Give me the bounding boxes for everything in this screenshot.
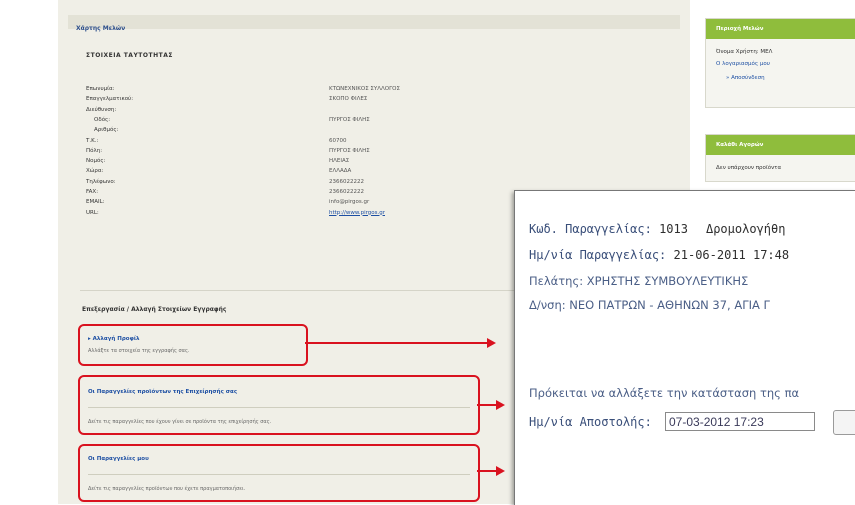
identity-row: Αριθμός:: [86, 127, 516, 136]
identity-row: Τηλέφωνο: 2366022222: [86, 179, 516, 188]
identity-value: 2366022222: [329, 189, 364, 195]
identity-label: Πόλη:: [86, 147, 103, 154]
identity-row: Νομός: ΗΛΕΙΑΣ: [86, 158, 516, 167]
identity-row: Πόλη: ΠΥΡΓΟΣ ΦΙΛΗΣ: [86, 148, 516, 157]
business-orders-link[interactable]: Οι Παραγγελίες προϊόντων της Επιχείρησής…: [88, 389, 237, 395]
identity-row: Οδός: ΠΥΡΓΟΣ ΦΙΛΗΣ: [86, 117, 516, 126]
username-text: Όνομα Χρήστη: ΜΕΛ: [716, 49, 773, 55]
identity-row: Τ.Κ.: 60700: [86, 138, 516, 147]
identity-row: Επωνυμία: ΚΤΩΝΕΧΝΙΚΟΣ ΣΥΛΛΟΓΟΣ: [86, 86, 516, 95]
identity-value: info@pirgos.gr: [329, 199, 370, 206]
my-account-link[interactable]: Ο λογαριασμός μου: [716, 61, 770, 67]
annotation-arrow: [305, 338, 496, 348]
ship-date-input[interactable]: [665, 412, 815, 431]
customer-label: Πελάτης:: [529, 274, 584, 288]
ship-date-line: Ημ/νία Αποστολής:: [529, 410, 855, 435]
identity-row: EMAIL: info@pirgos.gr: [86, 199, 516, 208]
identity-value: 60700: [329, 137, 347, 144]
identity-label: Χώρα:: [86, 168, 104, 175]
identity-label: FAX:: [86, 189, 99, 195]
identity-value: ΕΛΛΑΔΑ: [329, 168, 352, 175]
identity-value: ΚΤΩΝΕΧΝΙΚΟΣ ΣΥΛΛΟΓΟΣ: [329, 86, 400, 92]
edit-section-heading: Επεξεργασία / Αλλαγή Στοιχείων Εγγραφής: [82, 306, 227, 313]
cart-card: Καλάθι Αγορών Δεν υπάρχουν προϊόντα: [705, 134, 855, 182]
change-profile-box[interactable]: ▸ Αλλαγή Προφίλ Αλλάξτε τα στοιχεία της …: [78, 324, 308, 366]
box-separator: [88, 474, 470, 475]
box-separator: [88, 407, 470, 408]
identity-row: Χώρα: ΕΛΛΑΔΑ: [86, 168, 516, 177]
identity-label: Τηλέφωνο:: [86, 178, 116, 185]
divider: [80, 290, 538, 291]
routing-status: Δρομολογήθη: [705, 222, 786, 236]
my-orders-box[interactable]: Οι Παραγγελίες μου Δείτε τις παραγγελίες…: [78, 444, 480, 502]
identity-row: URL: http://www.pirgos.gr: [86, 210, 516, 219]
order-date-label: Ημ/νία Παραγγελίας:: [529, 248, 667, 262]
identity-row: Διεύθυνση:: [86, 107, 516, 116]
identity-title: ΣΤΟΙΧΕΙΑ ΤΑΥΤΟΤΗΤΑΣ: [86, 52, 173, 59]
identity-label: Τ.Κ.:: [86, 137, 99, 144]
identity-label: Επωνυμία:: [86, 86, 115, 92]
my-orders-link[interactable]: Οι Παραγγελίες μου: [88, 456, 149, 462]
address-value: ΝΕΟ ΠΑΤΡΩΝ - ΑΘΗΝΩΝ 37, ΑΓΙΑ Γ: [569, 298, 770, 312]
member-area-heading: Περιοχή Μελών: [706, 19, 855, 39]
identity-value: ΣΚΟΠΟ ΦΙΛΕΣ: [329, 96, 368, 103]
ship-date-label: Ημ/νία Αποστολής:: [529, 415, 652, 429]
order-date-value: 21-06-2011 17:48: [673, 248, 790, 262]
address-label: Δ/νση:: [529, 298, 566, 312]
identity-label: Επαγγελματικού:: [86, 96, 134, 103]
order-code-label: Κωδ. Παραγγελίας:: [529, 222, 652, 236]
identity-row: Επαγγελματικού: ΣΚΟΠΟ ΦΙΛΕΣ: [86, 96, 516, 105]
identity-value: ΠΥΡΓΟΣ ΦΙΛΗΣ: [329, 116, 370, 123]
identity-label: Νομός:: [86, 158, 106, 165]
identity-label: Διεύθυνση:: [86, 106, 117, 113]
cart-empty-text: Δεν υπάρχουν προϊόντα: [716, 165, 782, 171]
address-line: Δ/νση: ΝΕΟ ΠΑΤΡΩΝ - ΑΘΗΝΩΝ 37, ΑΓΙΑ Γ: [529, 298, 770, 312]
identity-row: FAX: 2366022222: [86, 189, 516, 198]
website-link[interactable]: http://www.pirgos.gr: [329, 210, 385, 216]
ship-date-button[interactable]: [833, 410, 855, 435]
my-orders-desc: Δείτε τις παραγγελίες προϊόντων που έχετ…: [88, 486, 246, 492]
order-code-value: 1013: [659, 222, 688, 236]
identity-value: ΗΛΕΙΑΣ: [329, 158, 350, 165]
identity-label: EMAIL:: [86, 199, 105, 206]
business-orders-box[interactable]: Οι Παραγγελίες προϊόντων της Επιχείρησής…: [78, 375, 480, 435]
identity-label: URL:: [86, 209, 99, 216]
breadcrumb: Χάρτης Μελών: [68, 15, 680, 32]
business-orders-desc: Δείτε τις παραγγελίες που έχουν γίνει σε…: [88, 419, 272, 425]
breadcrumb-link[interactable]: Χάρτης Μελών: [76, 25, 125, 32]
cart-heading: Καλάθι Αγορών: [706, 135, 855, 155]
identity-label: Αριθμός:: [94, 127, 119, 134]
change-profile-link[interactable]: ▸ Αλλαγή Προφίλ: [88, 336, 140, 342]
identity-value: ΠΥΡΓΟΣ ΦΙΛΗΣ: [329, 147, 370, 154]
order-date-line: Ημ/νία Παραγγελίας: 21-06-2011 17:48: [529, 248, 789, 262]
order-code-line: Κωδ. Παραγγελίας: 1013 Δρομολογήθη: [529, 222, 785, 236]
identity-value: 2366022222: [329, 178, 364, 185]
customer-line: Πελάτης: ΧΡΗΣΤΗΣ ΣΥΜΒΟΥΛΕΥΤΙΚΗΣ: [529, 274, 748, 288]
logout-link[interactable]: » Αποσύνδεση: [726, 75, 765, 81]
annotation-arrow: [477, 466, 505, 476]
customer-value: ΧΡΗΣΤΗΣ ΣΥΜΒΟΥΛΕΥΤΙΚΗΣ: [586, 274, 749, 288]
change-profile-desc: Αλλάξτε τα στοιχεία της εγγραφής σας.: [88, 348, 190, 354]
status-change-notice: Πρόκειται να αλλάξετε την κατάσταση της …: [529, 386, 800, 400]
order-detail-panel: Κωδ. Παραγγελίας: 1013 Δρομολογήθη Ημ/νία…: [514, 190, 855, 505]
identity-label: Οδός:: [94, 116, 111, 123]
member-area-card: Περιοχή Μελών Όνομα Χρήστη: ΜΕΛ Ο λογαρι…: [705, 18, 855, 108]
annotation-arrow: [477, 400, 505, 410]
